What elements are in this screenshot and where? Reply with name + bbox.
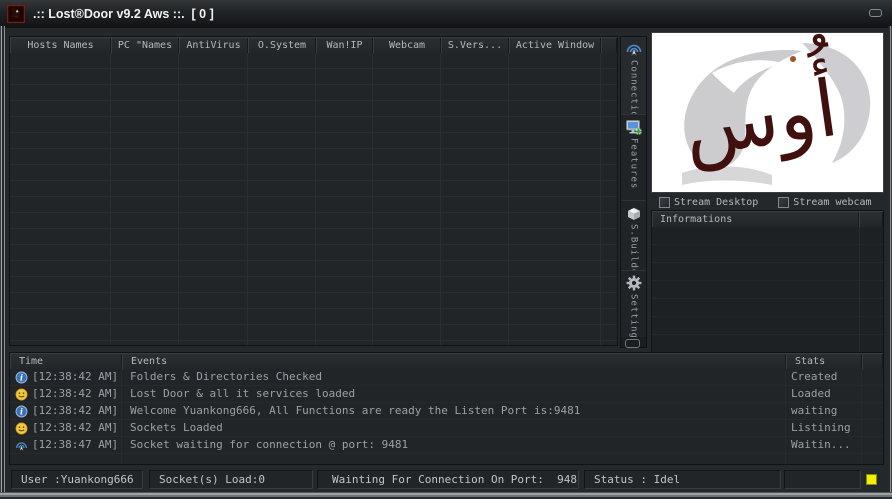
column-header-filler [601, 37, 617, 53]
log-table-body: i [12:38:42 AM] Folders & Directories Chec… [10, 369, 883, 464]
column-header-2[interactable]: AntiVirus [179, 37, 248, 53]
tab-sbuilder-label: S.Builder [629, 224, 639, 271]
antenna-icon [15, 439, 28, 452]
info-icon: i [15, 405, 28, 418]
column-separator [110, 53, 111, 345]
window-border-bottom [0, 492, 892, 499]
column-header-5[interactable]: Webcam [373, 37, 441, 53]
status-user: User :Yuankong666 [11, 470, 143, 489]
gear-icon [625, 274, 643, 292]
column-header-7[interactable]: Active Window [509, 37, 601, 53]
status-indicator [866, 474, 877, 485]
client-area: Hosts NamesPC "NamesAntiVirusO.SystemWan… [5, 28, 888, 492]
stream-desktop-label[interactable]: Stream Desktop [674, 197, 758, 208]
window-border-right [888, 26, 892, 499]
column-header-time[interactable]: Time [10, 353, 122, 369]
column-separator [372, 53, 373, 345]
stream-options: Stream Desktop Stream webcam [651, 195, 884, 209]
tab-connections-label: Connections [629, 60, 639, 115]
column-separator [508, 53, 509, 345]
calligraphy-image: أُوس [651, 32, 884, 193]
log-row[interactable]: [12:38:42 AM] Sockets Loaded Listining [10, 420, 883, 437]
log-event: Welcome Yuankong666, All Functions are r… [130, 403, 580, 419]
column-header-filler [862, 353, 883, 369]
log-stat: waiting [791, 403, 837, 419]
tab-settings[interactable]: Settings [621, 271, 646, 337]
column-separator [600, 53, 601, 345]
titlebar[interactable]: .:: Lost®Door v9.2 Aws ::. [ 0 ] [0, 0, 892, 28]
app-icon [7, 5, 25, 23]
log-table: Time Events Stats i [12:38:42 AM] Folders … [9, 352, 884, 465]
package-icon [625, 204, 643, 222]
monitor-plus-icon [625, 118, 643, 136]
log-row[interactable]: [12:38:47 AM] Socket waiting for connecti… [10, 437, 883, 454]
info-icon: i [15, 371, 28, 384]
log-event: Socket waiting for connection @ port: 94… [130, 437, 408, 453]
column-separator [178, 53, 179, 345]
tab-features[interactable]: Features [621, 115, 646, 201]
log-time: [12:38:42 AM] [32, 369, 118, 385]
log-time: [12:38:42 AM] [32, 386, 118, 402]
status-empty-panel [784, 470, 861, 489]
log-stat: Loaded [791, 386, 831, 402]
svg-text:i: i [20, 374, 23, 383]
stream-webcam-label[interactable]: Stream webcam [793, 197, 871, 208]
column-header-events[interactable]: Events [122, 353, 786, 369]
status-waiting: Wainting For Connection On Port: 9481 [317, 470, 579, 489]
log-time: [12:38:42 AM] [32, 403, 118, 419]
column-separator [440, 53, 441, 345]
svg-text:i: i [20, 408, 23, 417]
status-bar: User :Yuankong666 Socket(s) Load:0 Waint… [5, 470, 888, 492]
log-time: [12:38:47 AM] [32, 437, 118, 453]
stream-webcam-checkbox[interactable] [778, 197, 789, 208]
tab-sbuilder[interactable]: S.Builder [621, 201, 646, 271]
log-event: Sockets Loaded [130, 420, 223, 436]
hosts-table-body[interactable] [10, 53, 617, 345]
log-row[interactable]: i [12:38:42 AM] Welcome Yuankong666, All F… [10, 403, 883, 420]
informations-body[interactable] [652, 227, 883, 355]
informations-panel: Informations [651, 210, 884, 356]
window-title: .:: Lost®Door v9.2 Aws ::. [ 0 ] [33, 7, 214, 21]
log-event: Lost Door & all it services loaded [130, 386, 355, 402]
informations-header: Informations [652, 211, 883, 227]
column-header-6[interactable]: S.Vers... [441, 37, 509, 53]
hosts-table-header: Hosts NamesPC "NamesAntiVirusO.SystemWan… [10, 37, 617, 53]
tab-settings-label: Settings [629, 294, 639, 337]
log-table-header: Time Events Stats [10, 353, 883, 369]
smiley-icon [15, 422, 28, 435]
hosts-table: Hosts NamesPC "NamesAntiVirusO.SystemWan… [9, 36, 618, 346]
column-header-0[interactable]: Hosts Names [10, 37, 111, 53]
window: .:: Lost®Door v9.2 Aws ::. [ 0 ] Hosts N… [0, 0, 892, 499]
sidebar-tabs: Connections Features [620, 36, 647, 348]
log-row[interactable]: i [12:38:42 AM] Folders & Directories Chec… [10, 369, 883, 386]
log-event: Folders & Directories Checked [130, 369, 322, 385]
log-time: [12:38:42 AM] [32, 420, 118, 436]
column-header-4[interactable]: Wan!IP [316, 37, 373, 53]
calligraphy-art: أُوس [652, 33, 883, 192]
tab-features-label: Features [629, 138, 639, 189]
column-header-informations[interactable]: Informations [652, 211, 859, 227]
log-row[interactable]: [12:38:42 AM] Lost Door & all it services… [10, 386, 883, 403]
status-state: Status : Idel [584, 470, 781, 489]
column-header-3[interactable]: O.System [248, 37, 316, 53]
stream-desktop-checkbox[interactable] [659, 197, 670, 208]
tab-connections[interactable]: Connections [621, 37, 646, 115]
column-header-filler [859, 211, 883, 227]
column-header-stats[interactable]: Stats [786, 353, 862, 369]
broadcast-icon [625, 40, 643, 58]
column-separator [247, 53, 248, 345]
log-stat: Listining [791, 420, 851, 436]
tabstrip-stub [625, 339, 640, 348]
column-header-1[interactable]: PC "Names [111, 37, 179, 53]
status-sockets: Socket(s) Load:0 [149, 470, 313, 489]
minimize-button[interactable] [869, 9, 882, 17]
column-separator [315, 53, 316, 345]
log-stat: Waitin... [791, 437, 851, 453]
smiley-icon [15, 388, 28, 401]
log-stat: Created [791, 369, 837, 385]
